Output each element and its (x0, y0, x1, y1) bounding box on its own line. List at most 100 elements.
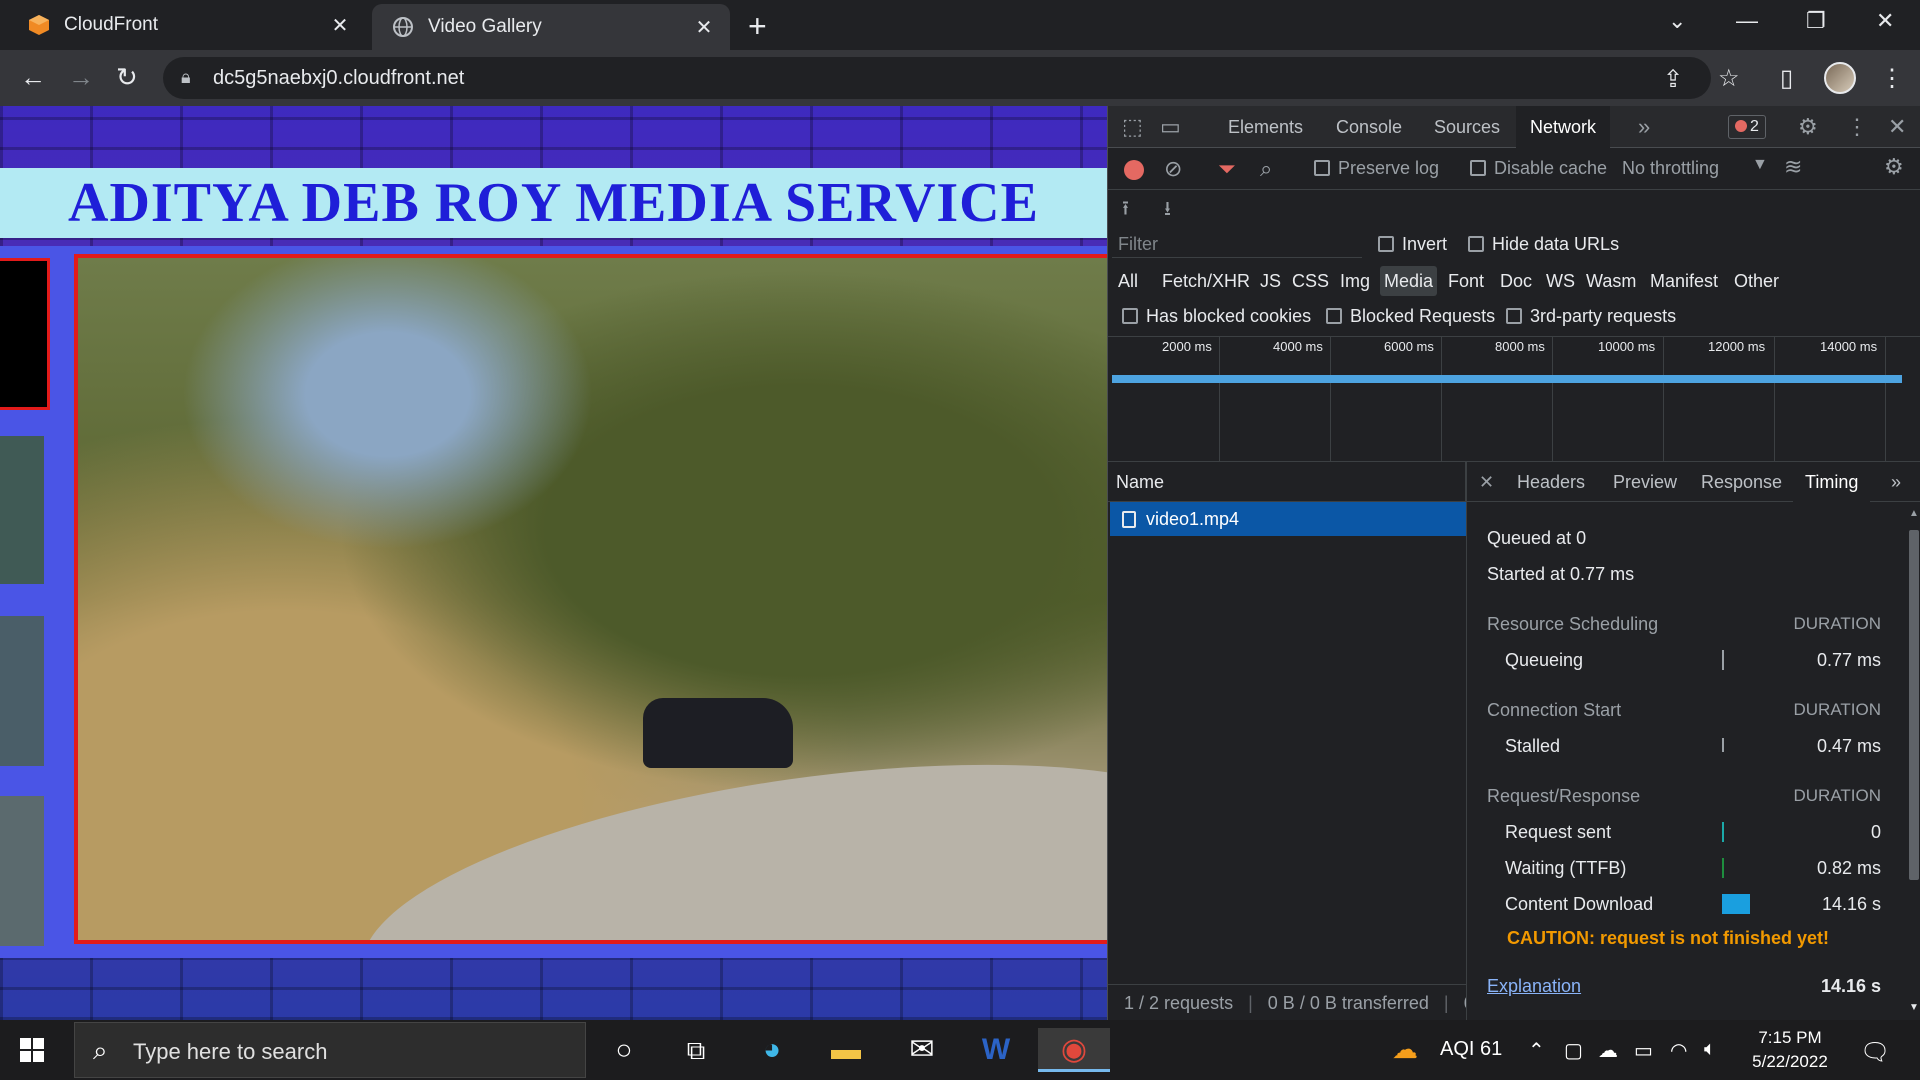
network-conditions-icon[interactable]: ≋ (1784, 154, 1802, 180)
close-tab-icon[interactable]: ✕ (328, 13, 352, 38)
network-settings-gear-icon[interactable]: ⚙ (1884, 154, 1904, 180)
profile-avatar[interactable] (1824, 62, 1856, 94)
tab-console[interactable]: Console (1336, 106, 1402, 148)
type-filter-fetch-xhr[interactable]: Fetch/XHR (1162, 266, 1250, 296)
mail-icon[interactable]: ✉ (898, 1028, 946, 1072)
windows-start-icon[interactable] (20, 1038, 44, 1062)
type-filter-js[interactable]: JS (1260, 266, 1281, 296)
notifications-icon[interactable]: 🗨︎ (1860, 1038, 1890, 1067)
weather-icon[interactable]: ☁ (1392, 1034, 1418, 1065)
device-toolbar-icon[interactable]: ▭ (1160, 114, 1181, 140)
filter-input[interactable]: Filter (1112, 230, 1362, 258)
preserve-log-checkbox[interactable]: Preserve log (1314, 158, 1439, 179)
inspect-element-icon[interactable]: ⬚ (1122, 114, 1143, 140)
url-text[interactable]: dc5g5naebxj0.cloudfront.net (213, 67, 464, 90)
clear-icon[interactable]: ⊘ (1164, 156, 1182, 182)
onedrive-cloud-icon[interactable]: ☁ (1598, 1038, 1618, 1063)
video-thumbnail[interactable] (0, 616, 44, 766)
close-detail-icon[interactable]: ✕ (1479, 462, 1494, 502)
close-devtools-icon[interactable]: ✕ (1888, 114, 1906, 140)
tab-sources[interactable]: Sources (1434, 106, 1500, 148)
request-row[interactable]: video1.mp4 (1110, 502, 1466, 536)
invert-checkbox[interactable]: Invert (1378, 234, 1447, 255)
device-icon[interactable]: ▢ (1564, 1038, 1583, 1063)
record-icon[interactable] (1124, 160, 1144, 180)
address-bar[interactable]: 🔒︎ dc5g5naebxj0.cloudfront.net ⇪ (163, 57, 1711, 99)
volume-icon[interactable]: 🔈︎ (1704, 1038, 1716, 1061)
tab-timing[interactable]: Timing (1793, 462, 1871, 502)
type-filter-doc[interactable]: Doc (1500, 266, 1532, 296)
throttling-select[interactable]: No throttling (1622, 158, 1719, 179)
battery-icon[interactable]: ▭ (1634, 1038, 1653, 1063)
tab-network[interactable]: Network (1516, 106, 1611, 148)
back-arrow-icon[interactable]: ← (20, 62, 46, 93)
aqi-text[interactable]: AQI 61 (1440, 1038, 1502, 1061)
word-icon[interactable]: W (972, 1028, 1020, 1072)
blocked-cookies-checkbox[interactable]: Has blocked cookies (1122, 306, 1311, 327)
disable-cache-checkbox[interactable]: Disable cache (1470, 158, 1607, 179)
type-filter-font[interactable]: Font (1448, 266, 1484, 296)
type-filter-css[interactable]: CSS (1292, 266, 1329, 296)
type-filter-other[interactable]: Other (1734, 266, 1779, 296)
menu-kebab-icon[interactable]: ⋮ (1880, 64, 1904, 93)
filter-funnel-icon[interactable]: ⏷ (1218, 156, 1236, 182)
cortana-icon[interactable]: ○ (600, 1028, 648, 1072)
close-window-icon[interactable]: ✕ (1876, 8, 1894, 34)
tab-elements[interactable]: Elements (1228, 106, 1303, 148)
type-filter-wasm[interactable]: Wasm (1586, 266, 1636, 296)
video-thumbnail[interactable] (0, 436, 44, 584)
type-filter-ws[interactable]: WS (1546, 266, 1575, 296)
file-explorer-icon[interactable]: ▬ (822, 1028, 870, 1072)
export-har-icon[interactable]: ⭳ (1164, 194, 1171, 228)
tab-cloudfront[interactable]: CloudFront ✕ (8, 0, 366, 50)
reload-icon[interactable]: ↻ (116, 62, 138, 93)
more-detail-tabs-icon[interactable]: » (1891, 462, 1901, 502)
dropdown-arrow-icon[interactable]: ▼ (1752, 156, 1768, 174)
scroll-up-icon[interactable]: ▲ (1909, 508, 1919, 519)
explanation-link[interactable]: Explanation (1487, 976, 1581, 997)
type-filter-media[interactable]: Media (1380, 266, 1438, 296)
system-clock[interactable]: 7:15 PM 5/22/2022 (1740, 1026, 1840, 1074)
lock-icon[interactable]: 🔒︎ (181, 67, 191, 88)
video-player[interactable] (74, 254, 1107, 944)
tab-response[interactable]: Response (1701, 462, 1782, 502)
tab-headers[interactable]: Headers (1517, 462, 1585, 502)
search-icon[interactable]: ⌕ (1260, 156, 1272, 182)
tab-video-gallery[interactable]: Video Gallery ✕ (372, 4, 730, 50)
share-icon[interactable]: ⇪ (1663, 65, 1683, 94)
blocked-requests-checkbox[interactable]: Blocked Requests (1326, 306, 1495, 327)
name-column-header[interactable]: Name (1116, 472, 1164, 493)
chrome-icon[interactable]: ◉ (1038, 1028, 1110, 1072)
type-filter-img[interactable]: Img (1340, 266, 1370, 296)
third-party-checkbox[interactable]: 3rd-party requests (1506, 306, 1676, 327)
type-filter-all[interactable]: All (1118, 266, 1138, 296)
hide-data-urls-checkbox[interactable]: Hide data URLs (1468, 234, 1619, 255)
edge-browser-icon[interactable]: ◕ (748, 1028, 796, 1072)
task-view-icon[interactable]: ⧉ (672, 1028, 720, 1072)
scroll-thumb[interactable] (1909, 530, 1919, 880)
show-hidden-icons-chevron-icon[interactable]: ⌃ (1528, 1038, 1545, 1063)
video-thumbnail[interactable] (0, 796, 44, 946)
wifi-icon[interactable]: ◠ (1670, 1038, 1687, 1063)
devtools-menu-icon[interactable]: ⋮ (1846, 114, 1868, 140)
new-tab-icon[interactable]: + (748, 8, 767, 45)
tab-preview[interactable]: Preview (1613, 462, 1677, 502)
taskbar-search-box[interactable]: ⌕ Type here to search (74, 1022, 586, 1078)
more-tabs-icon[interactable]: » (1638, 114, 1650, 140)
type-filter-manifest[interactable]: Manifest (1650, 266, 1718, 296)
timing-scrollbar[interactable]: ▲ ▼ (1907, 508, 1920, 1018)
timing-row-value: 14.16 s (1821, 894, 1881, 914)
settings-gear-icon[interactable]: ⚙ (1798, 114, 1818, 140)
close-tab-icon[interactable]: ✕ (692, 15, 716, 40)
minimize-icon[interactable]: — (1736, 8, 1758, 34)
bookmark-star-icon[interactable]: ☆ (1718, 64, 1740, 93)
restore-icon[interactable]: ❐ (1806, 8, 1826, 34)
side-panel-icon[interactable]: ▯ (1780, 64, 1793, 93)
error-count-badge[interactable]: 2 (1728, 115, 1766, 139)
network-overview-timeline[interactable]: 2000 ms 4000 ms 6000 ms 8000 ms 10000 ms… (1108, 336, 1920, 462)
tab-search-chevron-icon[interactable]: ⌄ (1668, 8, 1686, 34)
forward-arrow-icon[interactable]: → (68, 62, 94, 93)
import-har-icon[interactable]: ⭱ (1122, 194, 1129, 228)
video-thumbnail[interactable] (0, 258, 50, 410)
scroll-down-icon[interactable]: ▼ (1909, 1002, 1919, 1013)
